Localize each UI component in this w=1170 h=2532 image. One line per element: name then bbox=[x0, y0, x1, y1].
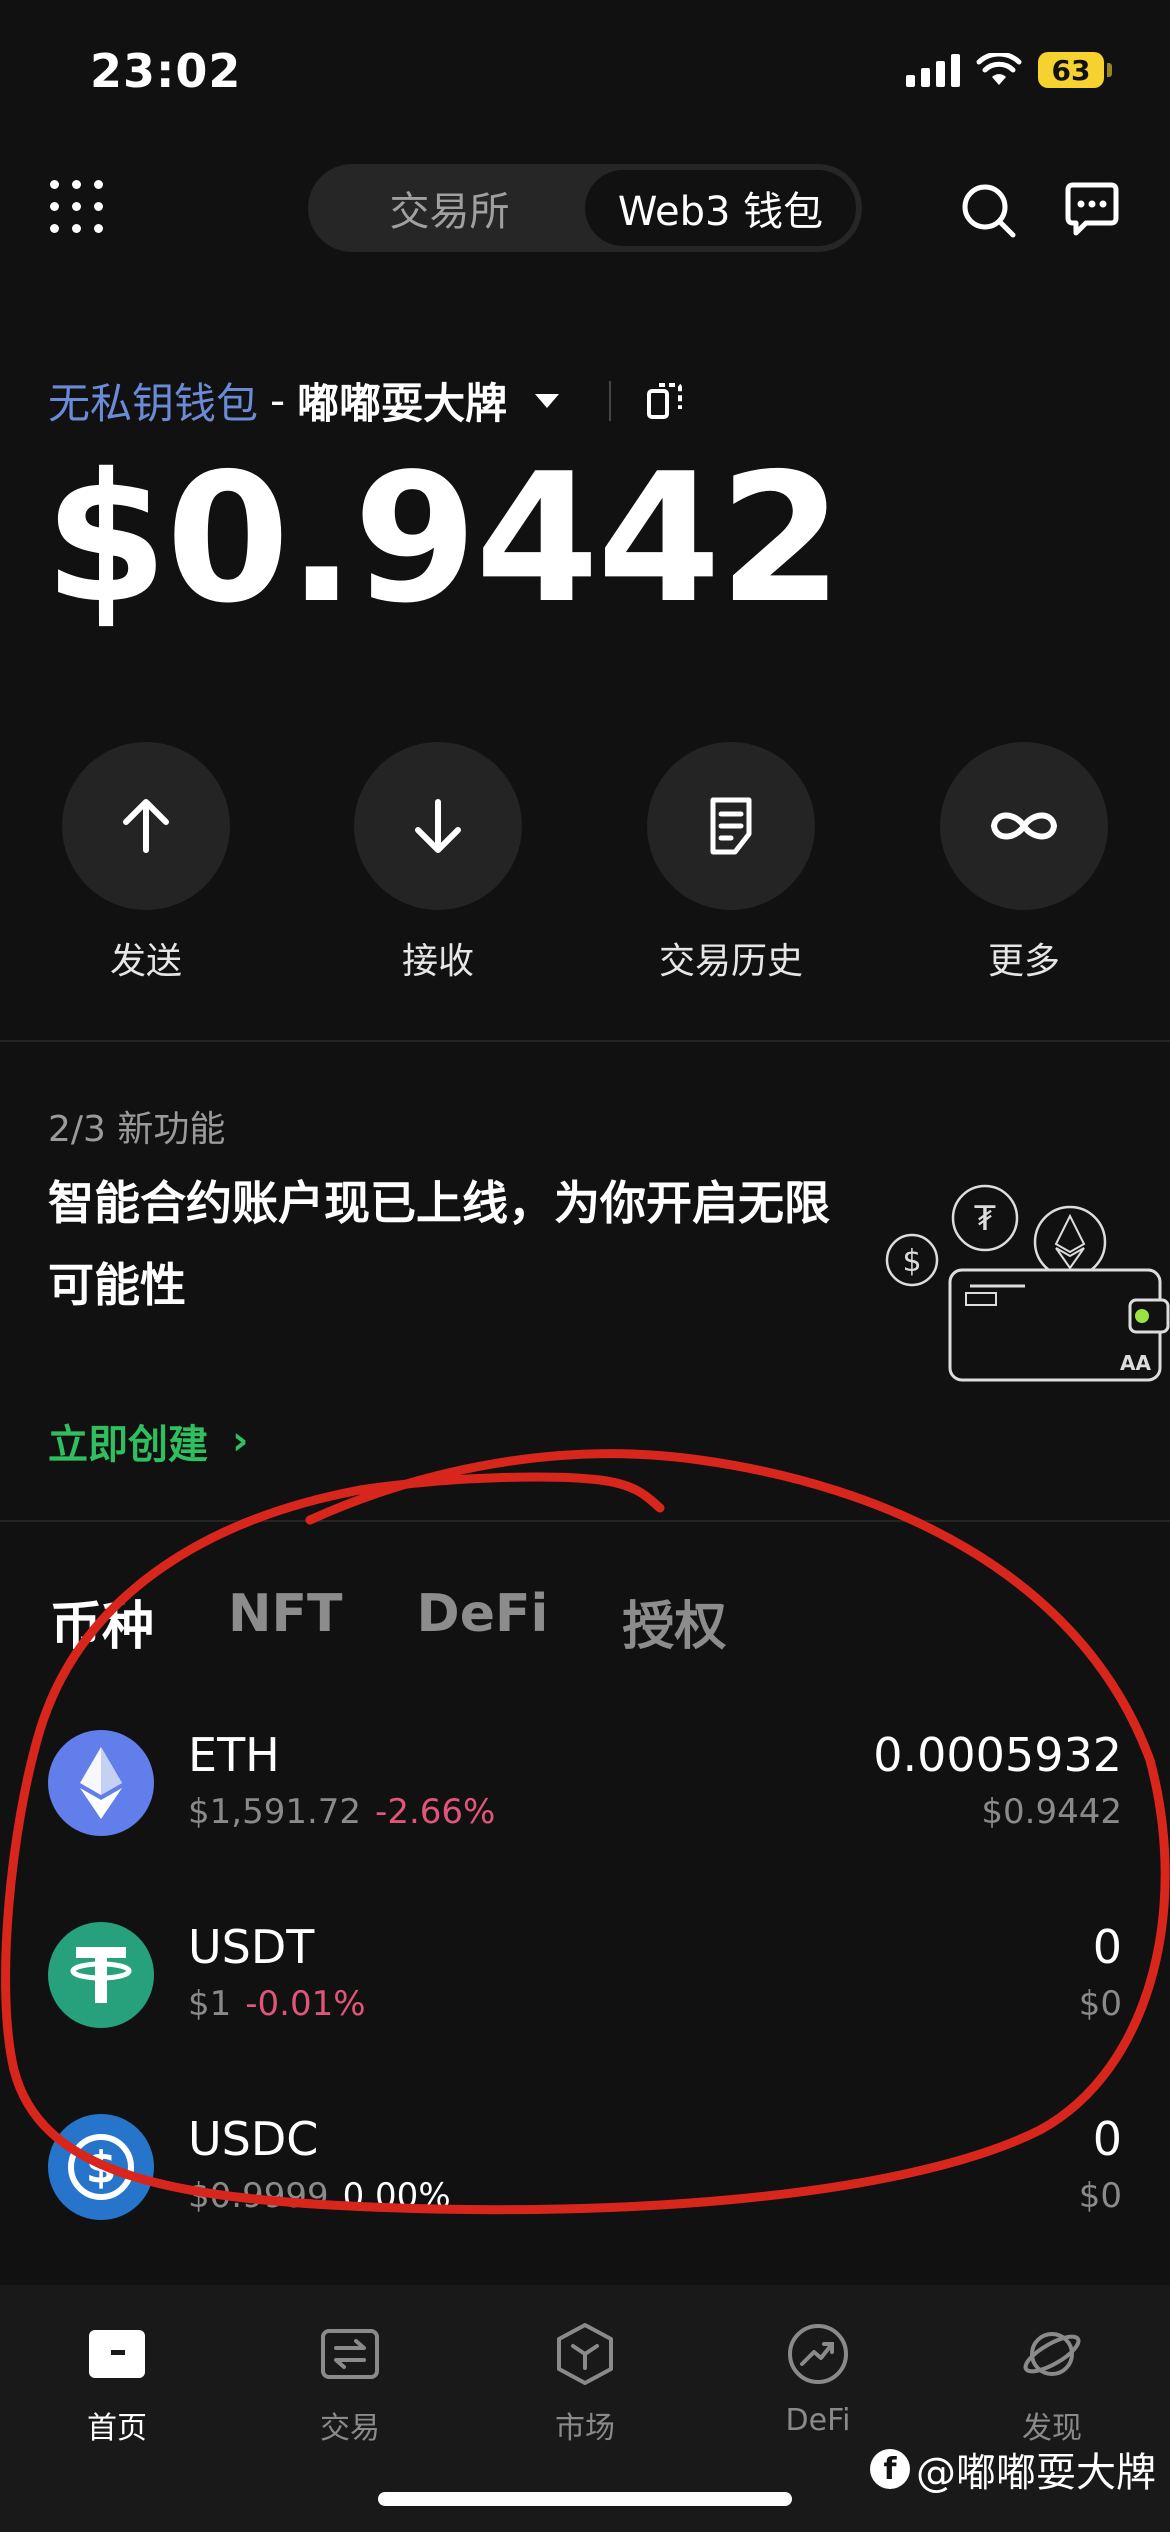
asset-price-line: $1 -0.01% bbox=[188, 1984, 366, 2024]
copy-icon[interactable] bbox=[645, 379, 685, 423]
nav-trade-label: 交易 bbox=[320, 2411, 380, 2446]
usdt-icon bbox=[48, 1922, 154, 2028]
asset-symbol: USDC bbox=[188, 2112, 319, 2166]
asset-row-usdt[interactable]: USDT $1 -0.01% 0 $0 bbox=[48, 1920, 1122, 2032]
divider bbox=[609, 380, 612, 421]
facebook-icon: f bbox=[870, 2449, 910, 2489]
nav-home[interactable]: 首页 bbox=[17, 2319, 217, 2447]
wallet-selector[interactable]: 无私钥钱包 - 嘟嘟耍大牌 bbox=[48, 370, 685, 431]
asset-row-usdc[interactable]: $ USDC $0.9999 0.00% 0 $0 bbox=[48, 2112, 1122, 2224]
arrow-up-icon bbox=[123, 799, 169, 853]
receive-label: 接收 bbox=[401, 941, 474, 982]
asset-price-line: $1,591.72 -2.66% bbox=[188, 1792, 495, 1832]
asset-change: -2.66% bbox=[375, 1792, 496, 1832]
smart-wallet-illustration: $ ₮ AA bbox=[885, 1184, 1170, 1382]
wifi-icon bbox=[976, 53, 1022, 85]
history-label: 交易历史 bbox=[658, 941, 803, 982]
status-bar: 23:02 63 bbox=[0, 0, 1170, 150]
more-button[interactable]: 更多 bbox=[939, 742, 1109, 984]
market-cube-icon bbox=[550, 2319, 620, 2389]
swap-icon bbox=[315, 2319, 385, 2389]
svg-text:₮: ₮ bbox=[974, 1199, 996, 1239]
nav-defi[interactable]: DeFi bbox=[718, 2319, 918, 2438]
planet-icon bbox=[1017, 2319, 1087, 2389]
nav-home-label: 首页 bbox=[87, 2411, 147, 2446]
send-button[interactable]: 发送 bbox=[61, 742, 231, 984]
chevron-right-icon: › bbox=[232, 1418, 249, 1464]
tab-nft[interactable]: NFT bbox=[228, 1584, 343, 1659]
asset-row-eth[interactable]: ETH $1,591.72 -2.66% 0.0005932 $0.9442 bbox=[48, 1728, 1122, 1840]
chat-icon[interactable] bbox=[1062, 180, 1122, 240]
status-time: 23:02 bbox=[90, 44, 242, 98]
nav-trade[interactable]: 交易 bbox=[250, 2319, 450, 2447]
total-balance: $0.9442 bbox=[44, 435, 843, 642]
receive-button[interactable]: 接收 bbox=[353, 742, 523, 984]
asset-change: 0.00% bbox=[342, 2176, 451, 2216]
asset-price: $1,591.72 bbox=[188, 1792, 362, 1832]
apps-grid-icon[interactable] bbox=[50, 180, 106, 236]
asset-amount: 0 bbox=[1092, 2112, 1122, 2166]
history-button[interactable]: 交易历史 bbox=[646, 742, 816, 984]
asset-value: $0.9442 bbox=[981, 1792, 1122, 1832]
nav-discover[interactable]: 发现 bbox=[952, 2319, 1152, 2447]
nav-market-label: 市场 bbox=[555, 2411, 615, 2446]
mode-switcher: 交易所 Web3 钱包 bbox=[308, 164, 862, 252]
battery-level: 63 bbox=[1038, 52, 1104, 88]
eth-icon bbox=[48, 1730, 154, 1836]
usdc-icon: $ bbox=[48, 2114, 154, 2220]
asset-symbol: USDT bbox=[188, 1920, 315, 1974]
asset-price: $1 bbox=[188, 1984, 232, 2024]
asset-price: $0.9999 bbox=[188, 2176, 329, 2216]
section-divider-2 bbox=[0, 1520, 1170, 1522]
asset-value: $0 bbox=[1078, 2176, 1122, 2216]
more-infinity-icon bbox=[990, 812, 1058, 840]
asset-price-line: $0.9999 0.00% bbox=[188, 2176, 451, 2216]
create-now-link[interactable]: 立即创建 › bbox=[48, 1412, 248, 1470]
battery-icon: 63 bbox=[1038, 52, 1112, 88]
watermark: f @嘟嘟耍大牌 bbox=[870, 2440, 1156, 2498]
wallet-separator: - bbox=[270, 376, 286, 425]
aa-label: AA bbox=[1120, 1351, 1151, 1375]
defi-chart-icon bbox=[783, 2319, 853, 2389]
nav-market[interactable]: 市场 bbox=[485, 2319, 685, 2447]
home-indicator[interactable] bbox=[378, 2492, 792, 2506]
arrow-down-icon bbox=[415, 799, 461, 853]
tab-tokens[interactable]: 币种 bbox=[50, 1584, 154, 1659]
nav-defi-label: DeFi bbox=[785, 2403, 851, 2438]
asset-amount: 0 bbox=[1092, 1920, 1122, 1974]
more-label: 更多 bbox=[987, 941, 1060, 982]
promo-counter: 2/3 新功能 bbox=[48, 1109, 226, 1150]
tab-defi[interactable]: DeFi bbox=[417, 1584, 549, 1659]
send-label: 发送 bbox=[109, 941, 182, 982]
tab-exchange[interactable]: 交易所 bbox=[314, 170, 585, 246]
search-icon[interactable] bbox=[958, 180, 1018, 240]
asset-symbol: ETH bbox=[188, 1728, 280, 1782]
home-icon bbox=[82, 2319, 152, 2389]
watermark-text: @嘟嘟耍大牌 bbox=[916, 2450, 1156, 2496]
svg-text:$: $ bbox=[86, 2142, 117, 2193]
wallet-name: 嘟嘟耍大牌 bbox=[297, 379, 508, 428]
status-icons: 63 bbox=[906, 52, 1112, 88]
tab-web3-wallet[interactable]: Web3 钱包 bbox=[585, 170, 856, 246]
section-divider bbox=[0, 1040, 1170, 1042]
top-bar: 交易所 Web3 钱包 bbox=[0, 160, 1170, 260]
promo-title: 智能合约账户现已上线，为你开启无限可能性 bbox=[48, 1176, 830, 1312]
asset-value: $0 bbox=[1078, 1984, 1122, 2024]
signal-icon bbox=[906, 53, 960, 87]
create-now-label: 立即创建 bbox=[48, 1422, 208, 1468]
chevron-down-icon[interactable] bbox=[535, 393, 560, 408]
svg-text:$: $ bbox=[902, 1244, 921, 1279]
asset-amount: 0.0005932 bbox=[873, 1728, 1122, 1782]
wallet-type: 无私钥钱包 bbox=[48, 379, 259, 428]
asset-tabs: 币种 NFT DeFi 授权 bbox=[50, 1584, 726, 1659]
history-icon bbox=[710, 797, 752, 855]
asset-change: -0.01% bbox=[245, 1984, 366, 2024]
tab-approvals[interactable]: 授权 bbox=[622, 1584, 726, 1659]
